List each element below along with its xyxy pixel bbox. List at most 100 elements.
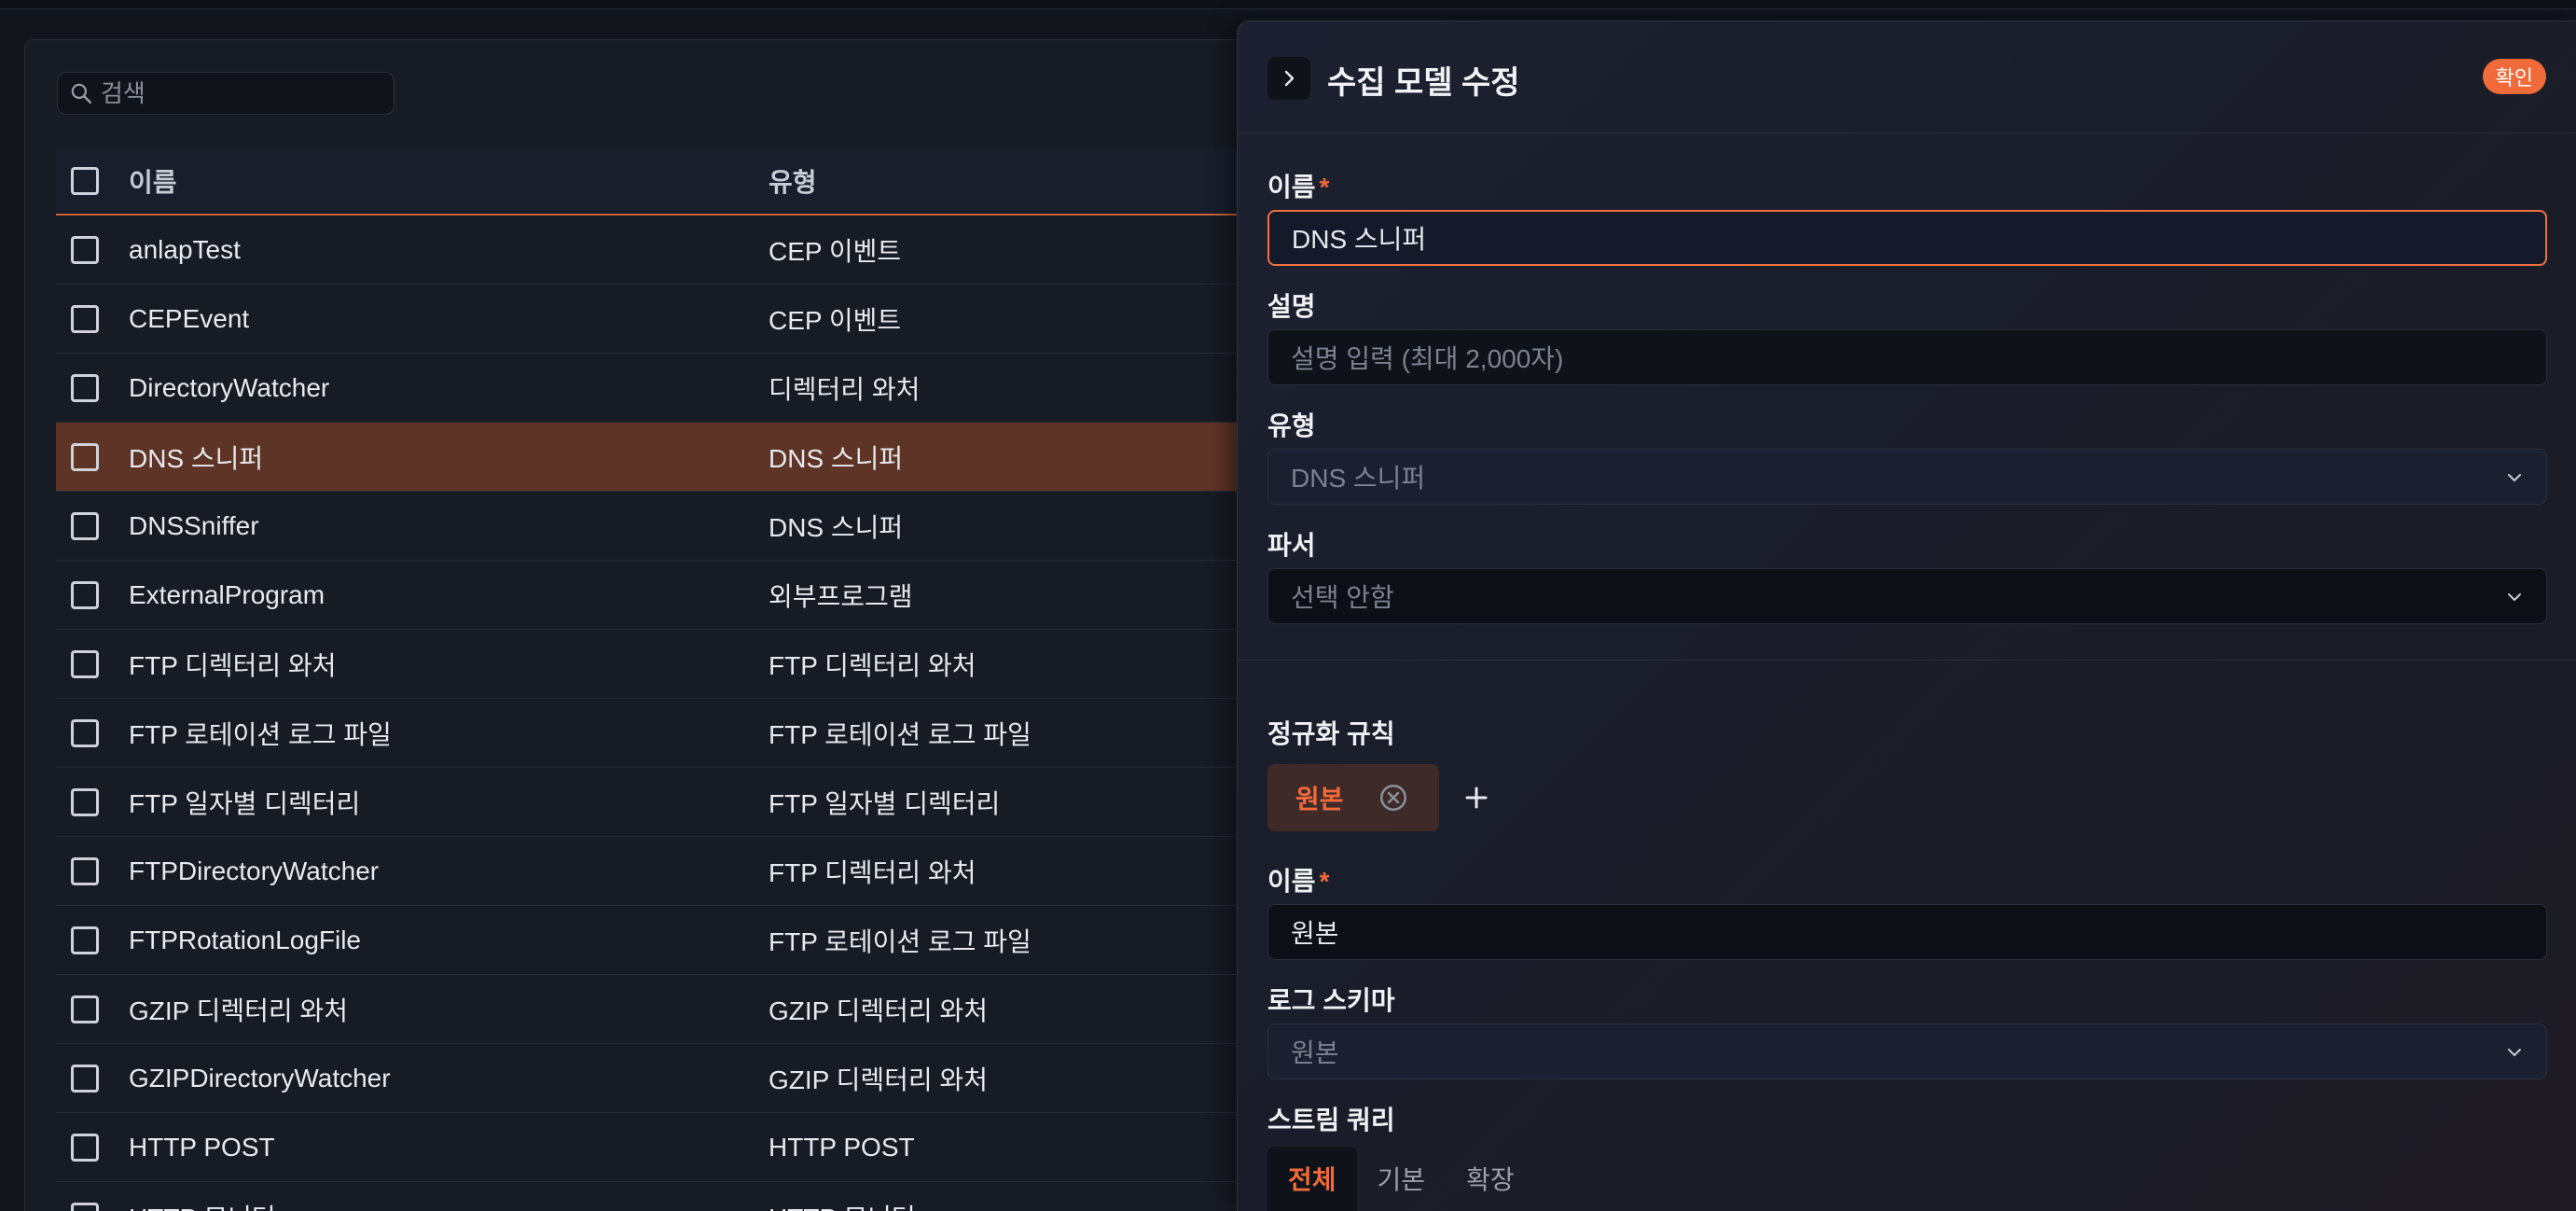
row-type-cell: 외부프로그램 (769, 581, 913, 611)
row-checkbox[interactable] (71, 995, 99, 1023)
section-divider (1238, 660, 2576, 661)
normalization-label: 정규화 규칙 (1267, 719, 1395, 748)
table-row[interactable]: DirectoryWatcher 디렉터리 와처 (56, 354, 1275, 423)
table-row[interactable]: FTP 일자별 디렉터리 FTP 일자별 디렉터리 (56, 768, 1275, 837)
table-row[interactable]: HTTP 모니터HTTP 모니터 (56, 1182, 1275, 1211)
description-label: 설명 (1267, 292, 1316, 321)
row-checkbox[interactable] (71, 856, 99, 885)
row-checkbox[interactable] (71, 1202, 99, 1211)
collector-list-panel: 이름 유형 anlapTest CEP 이벤트 CEPEvent CEP 이벤트 Dir… (24, 39, 1275, 1211)
row-type-cell: CEP 이벤트 (769, 305, 902, 335)
search-box[interactable] (57, 72, 395, 115)
row-checkbox[interactable] (71, 1064, 99, 1093)
row-checkbox[interactable] (71, 580, 99, 609)
column-header-name[interactable]: 이름 (129, 162, 769, 200)
plus-icon (1465, 786, 1488, 809)
row-type-cell: FTP 일자별 디렉터리 (769, 788, 1001, 818)
row-type-cell: HTTP POST (769, 1132, 915, 1162)
add-rule-button[interactable] (1460, 781, 1493, 814)
row-name-cell: DirectoryWatcher (129, 372, 330, 402)
row-name-cell: FTP 로테이션 로그 파일 (129, 719, 392, 749)
rule-name-label: 이름 * (1267, 867, 1330, 896)
row-name-cell: ExternalProgram (129, 579, 325, 609)
name-label: 이름 * (1267, 173, 1330, 202)
row-checkbox[interactable] (71, 511, 99, 540)
row-type-cell: 디렉터리 와처 (769, 374, 921, 404)
parser-select[interactable]: 선택 안함 (1267, 568, 2547, 624)
row-name-cell: anlapTest (129, 234, 241, 264)
table-row[interactable]: FTP 로테이션 로그 파일 FTP 로테이션 로그 파일 (56, 699, 1275, 768)
search-input[interactable] (101, 78, 381, 108)
log-schema-select[interactable]: 원본 (1267, 1023, 2547, 1079)
chevron-down-icon (2508, 1049, 2521, 1056)
row-checkbox[interactable] (71, 718, 99, 747)
chevron-down-icon (2508, 474, 2521, 481)
row-name-cell: GZIP 디렉터리 와처 (129, 995, 348, 1025)
row-checkbox[interactable] (71, 649, 99, 678)
tab-basic[interactable]: 기본 (1357, 1147, 1447, 1211)
tab-extended[interactable]: 확장 (1446, 1147, 1535, 1211)
confirm-button[interactable]: 확인 (2482, 59, 2546, 94)
rule-chip[interactable]: 원본 (1267, 764, 1439, 831)
table-row[interactable]: FTPDirectoryWatcher FTP 디렉터리 와처 (56, 837, 1275, 906)
drawer-title: 수집 모델 수정 (1327, 65, 1520, 101)
row-type-cell: GZIP 디렉터리 와처 (769, 1065, 988, 1094)
row-checkbox[interactable] (71, 373, 99, 402)
table-row[interactable]: FTPRotationLogFile FTP 로테이션 로그 파일 (56, 906, 1275, 975)
table-row[interactable]: GZIPDirectoryWatcher GZIP 디렉터리 와처 (56, 1044, 1275, 1113)
row-name-cell: FTP 일자별 디렉터리 (129, 788, 361, 818)
name-field[interactable]: DNS 스니퍼 (1267, 210, 2547, 266)
table-row[interactable]: DNSSniffer DNS 스니퍼 (56, 492, 1275, 561)
table-row[interactable]: HTTP POST HTTP POST (56, 1113, 1275, 1182)
search-icon (71, 83, 91, 104)
rule-chip-label: 원본 (1295, 785, 1344, 814)
column-header-type[interactable]: 유형 (769, 162, 817, 200)
row-checkbox[interactable] (71, 787, 99, 816)
table-row[interactable]: GZIP 디렉터리 와처 GZIP 디렉터리 와처 (56, 975, 1275, 1044)
row-name-cell: FTPRotationLogFile (129, 925, 362, 954)
row-type-cell: DNS 스니퍼 (769, 443, 904, 473)
collapse-drawer-button[interactable] (1267, 57, 1310, 100)
description-field[interactable]: 설명 입력 (최대 2,000자) (1267, 329, 2547, 385)
row-checkbox[interactable] (71, 304, 99, 333)
select-all-checkbox[interactable] (71, 167, 99, 195)
top-bar (0, 0, 2576, 9)
row-name-cell: CEPEvent (129, 303, 250, 333)
row-name-cell: DNSSniffer (129, 510, 259, 540)
row-type-cell: FTP 디렉터리 와처 (769, 650, 976, 680)
log-schema-value: 원본 (1291, 1038, 1339, 1067)
row-checkbox[interactable] (71, 442, 99, 471)
table-row[interactable]: DNS 스니퍼 DNS 스니퍼 (56, 423, 1275, 492)
table-row[interactable]: anlapTest CEP 이벤트 (56, 216, 1275, 285)
stream-query-label: 스트림 쿼리 (1267, 1106, 1395, 1134)
table-row[interactable]: ExternalProgram 외부프로그램 (56, 561, 1275, 630)
tab-all[interactable]: 전체 (1267, 1147, 1357, 1211)
type-select[interactable]: DNS 스니퍼 (1267, 449, 2547, 505)
row-type-cell: FTP 로테이션 로그 파일 (769, 719, 1032, 749)
row-type-cell: FTP 디렉터리 와처 (769, 857, 976, 887)
row-checkbox[interactable] (71, 235, 99, 264)
table-header: 이름 유형 (56, 148, 1275, 216)
table-row[interactable]: FTP 디렉터리 와처 FTP 디렉터리 와처 (56, 630, 1275, 699)
row-checkbox[interactable] (71, 1133, 99, 1162)
row-type-cell: GZIP 디렉터리 와처 (769, 995, 988, 1025)
table-body: anlapTest CEP 이벤트 CEPEvent CEP 이벤트 Directory… (56, 216, 1275, 1211)
drawer-header: 수집 모델 수정 확인 (1238, 21, 2576, 133)
row-name-cell: DNS 스니퍼 (129, 443, 264, 473)
stream-query-tabs: 전체 기본 확장 (1267, 1147, 1535, 1211)
collector-table: 이름 유형 anlapTest CEP 이벤트 CEPEvent CEP 이벤트 Dir… (56, 148, 1275, 1211)
required-mark: * (1319, 867, 1330, 896)
chevron-right-icon (1284, 70, 1295, 87)
row-name-cell: FTPDirectoryWatcher (129, 856, 380, 885)
row-name-cell: HTTP 모니터 (129, 1198, 769, 1211)
remove-circle-icon[interactable] (1378, 782, 1409, 814)
table-row[interactable]: CEPEvent CEP 이벤트 (56, 285, 1275, 354)
row-checkbox[interactable] (71, 926, 99, 954)
rule-name-field[interactable]: 원본 (1267, 904, 2547, 960)
description-placeholder: 설명 입력 (최대 2,000자) (1291, 344, 1564, 373)
row-name-cell: FTP 디렉터리 와처 (129, 650, 337, 680)
row-type-cell: HTTP 모니터 (769, 1198, 916, 1211)
row-type-cell: FTP 로테이션 로그 파일 (769, 926, 1032, 956)
row-type-cell: CEP 이벤트 (769, 236, 902, 266)
row-name-cell: GZIPDirectoryWatcher (129, 1063, 391, 1093)
